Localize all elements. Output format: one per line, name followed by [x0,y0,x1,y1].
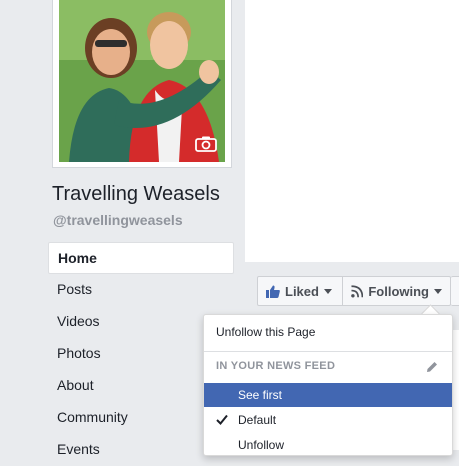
page-username[interactable]: @travellingweasels [53,212,183,228]
unfollow-option[interactable]: Unfollow [204,433,452,457]
unfollow-page-option[interactable]: Unfollow this Page [204,320,452,344]
see-first-option[interactable]: See first [204,383,452,407]
thumbs-up-icon [266,285,280,298]
liked-label: Liked [285,283,319,299]
camera-icon[interactable] [195,136,217,152]
chevron-down-icon [323,288,332,294]
rss-icon [351,284,364,297]
page-title[interactable]: Travelling Weasels [52,183,220,206]
following-dropdown-menu: Unfollow this Page IN YOUR NEWS FEED See… [203,314,453,456]
cover-area [245,0,459,262]
nav-item-home[interactable]: Home [48,242,234,274]
chevron-down-icon [434,288,442,294]
news-feed-section-header: IN YOUR NEWS FEED [216,360,336,372]
default-option-label: Default [238,413,277,427]
check-icon [216,414,228,425]
liked-button[interactable]: Liked [257,276,343,306]
menu-divider [204,351,452,352]
nav-item-posts[interactable]: Posts [48,274,234,306]
following-label: Following [368,283,429,299]
default-option[interactable]: Default [204,408,452,432]
following-button[interactable]: Following [343,276,451,306]
more-button[interactable] [451,276,459,306]
profile-photo[interactable] [59,0,225,162]
pencil-icon[interactable] [426,361,438,373]
profile-picture-frame[interactable] [52,0,232,168]
